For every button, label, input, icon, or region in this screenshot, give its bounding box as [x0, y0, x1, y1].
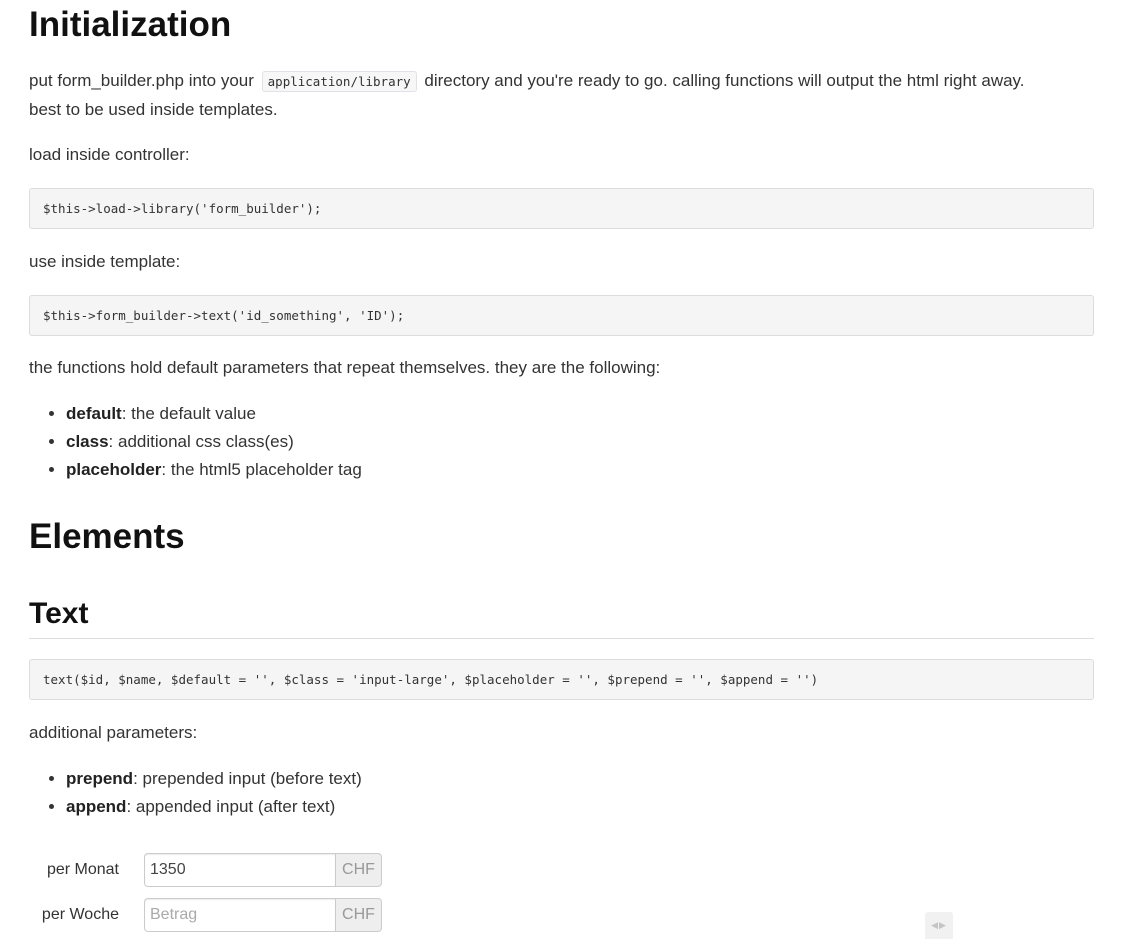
heading-divider — [29, 638, 1094, 639]
intro-text-pre: put form_builder.php into your — [29, 71, 254, 90]
list-item: default: the default value — [66, 400, 362, 428]
param-name: class — [66, 432, 109, 451]
form-row-woche: per Woche Betrag CHF — [29, 898, 382, 932]
heading-text: Text — [29, 597, 89, 630]
field-label: per Woche — [41, 906, 119, 923]
param-desc: : prepended input (before text) — [133, 769, 362, 788]
intro-text-post: directory and you're ready to go. callin… — [424, 71, 1025, 90]
param-desc: : additional css class(es) — [108, 432, 294, 451]
amount-input-woche[interactable]: Betrag — [144, 898, 335, 932]
input-group: Betrag CHF — [144, 898, 382, 932]
heading-initialization: Initialization — [29, 5, 232, 44]
param-desc: : appended input (after text) — [126, 797, 336, 816]
heading-elements: Elements — [29, 517, 185, 556]
code-block-use: $this->form_builder->text('id_something'… — [29, 295, 1094, 336]
additional-params-label: additional parameters: — [29, 723, 198, 742]
list-item: prepend: prepended input (before text) — [66, 765, 362, 793]
use-label: use inside template: — [29, 252, 181, 271]
amount-input-monat[interactable]: 1350 — [144, 853, 335, 887]
intro-text-line2: best to be used inside templates. — [29, 100, 278, 119]
input-group: 1350 CHF — [144, 853, 382, 887]
intro-paragraph: put form_builder.php into your applicati… — [29, 67, 1094, 124]
list-item: class: additional css class(es) — [66, 428, 362, 456]
load-label: load inside controller: — [29, 145, 190, 164]
page: Initialization put form_builder.php into… — [0, 0, 1126, 939]
param-name: default — [66, 404, 122, 423]
field-label: per Monat — [46, 861, 119, 878]
code-block-load: $this->load->library('form_builder'); — [29, 188, 1094, 229]
form-row-monat: per Monat 1350 CHF — [29, 853, 382, 887]
currency-addon: CHF — [335, 898, 382, 932]
params-intro: the functions hold default parameters th… — [29, 358, 661, 377]
list-item: append: appended input (after text) — [66, 793, 362, 821]
additional-params-list: prepend: prepended input (before text) a… — [29, 765, 362, 821]
default-params-list: default: the default value class: additi… — [29, 400, 362, 484]
inline-code-path: application/library — [261, 71, 417, 92]
param-name: prepend — [66, 769, 134, 788]
param-desc: : the html5 placeholder tag — [161, 460, 362, 479]
param-name: append — [66, 797, 127, 816]
param-desc: : the default value — [121, 404, 256, 423]
code-block-signature: text($id, $name, $default = '', $class =… — [29, 659, 1094, 700]
param-name: placeholder — [66, 460, 162, 479]
horizontal-scroll-icon[interactable]: ◀▶ — [925, 912, 953, 939]
currency-addon: CHF — [335, 853, 382, 887]
list-item: placeholder: the html5 placeholder tag — [66, 456, 362, 484]
